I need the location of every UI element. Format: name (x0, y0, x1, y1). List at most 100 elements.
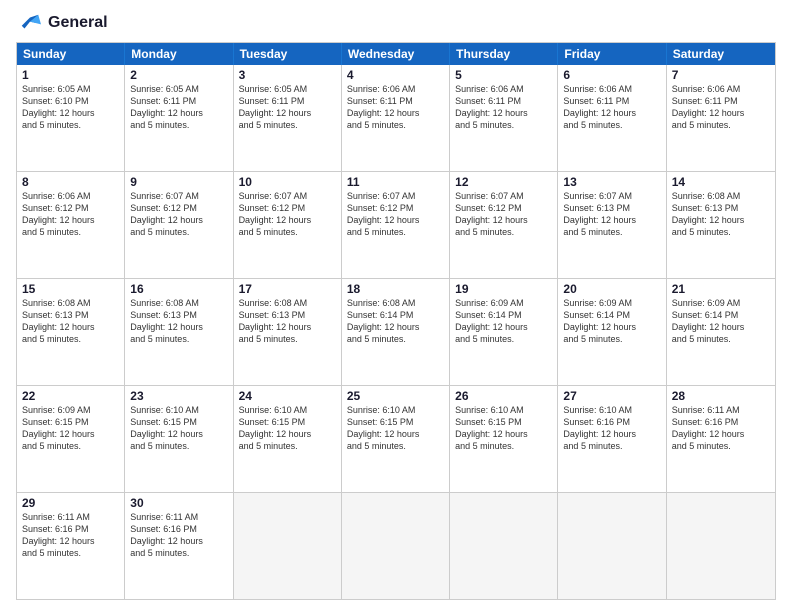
calendar-day-30: 30Sunrise: 6:11 AMSunset: 6:16 PMDayligh… (125, 493, 233, 599)
calendar-day-empty (450, 493, 558, 599)
day-info: Sunrise: 6:09 AMSunset: 6:14 PMDaylight:… (563, 297, 660, 346)
calendar-day-empty (667, 493, 775, 599)
day-info: Sunrise: 6:08 AMSunset: 6:13 PMDaylight:… (130, 297, 227, 346)
day-info: Sunrise: 6:07 AMSunset: 6:13 PMDaylight:… (563, 190, 660, 239)
calendar-day-17: 17Sunrise: 6:08 AMSunset: 6:13 PMDayligh… (234, 279, 342, 385)
calendar-day-9: 9Sunrise: 6:07 AMSunset: 6:12 PMDaylight… (125, 172, 233, 278)
day-number: 10 (239, 175, 336, 189)
day-info: Sunrise: 6:07 AMSunset: 6:12 PMDaylight:… (347, 190, 444, 239)
day-number: 4 (347, 68, 444, 82)
calendar-day-22: 22Sunrise: 6:09 AMSunset: 6:15 PMDayligh… (17, 386, 125, 492)
calendar-weekday-sunday: Sunday (17, 43, 125, 65)
calendar-weekday-tuesday: Tuesday (234, 43, 342, 65)
day-info: Sunrise: 6:06 AMSunset: 6:12 PMDaylight:… (22, 190, 119, 239)
page: General SundayMondayTuesdayWednesdayThur… (0, 0, 792, 612)
calendar-day-2: 2Sunrise: 6:05 AMSunset: 6:11 PMDaylight… (125, 65, 233, 171)
day-info: Sunrise: 6:08 AMSunset: 6:14 PMDaylight:… (347, 297, 444, 346)
day-info: Sunrise: 6:11 AMSunset: 6:16 PMDaylight:… (22, 511, 119, 560)
calendar-day-11: 11Sunrise: 6:07 AMSunset: 6:12 PMDayligh… (342, 172, 450, 278)
day-info: Sunrise: 6:06 AMSunset: 6:11 PMDaylight:… (672, 83, 770, 132)
day-info: Sunrise: 6:05 AMSunset: 6:10 PMDaylight:… (22, 83, 119, 132)
day-info: Sunrise: 6:07 AMSunset: 6:12 PMDaylight:… (239, 190, 336, 239)
calendar-day-10: 10Sunrise: 6:07 AMSunset: 6:12 PMDayligh… (234, 172, 342, 278)
day-info: Sunrise: 6:09 AMSunset: 6:15 PMDaylight:… (22, 404, 119, 453)
day-number: 14 (672, 175, 770, 189)
calendar-day-4: 4Sunrise: 6:06 AMSunset: 6:11 PMDaylight… (342, 65, 450, 171)
calendar-day-empty (234, 493, 342, 599)
day-info: Sunrise: 6:07 AMSunset: 6:12 PMDaylight:… (455, 190, 552, 239)
logo: General (16, 12, 108, 34)
day-info: Sunrise: 6:11 AMSunset: 6:16 PMDaylight:… (672, 404, 770, 453)
day-info: Sunrise: 6:10 AMSunset: 6:15 PMDaylight:… (130, 404, 227, 453)
calendar-day-3: 3Sunrise: 6:05 AMSunset: 6:11 PMDaylight… (234, 65, 342, 171)
day-number: 29 (22, 496, 119, 510)
day-info: Sunrise: 6:07 AMSunset: 6:12 PMDaylight:… (130, 190, 227, 239)
calendar-day-8: 8Sunrise: 6:06 AMSunset: 6:12 PMDaylight… (17, 172, 125, 278)
calendar-day-28: 28Sunrise: 6:11 AMSunset: 6:16 PMDayligh… (667, 386, 775, 492)
header: General (16, 12, 776, 34)
calendar-week-2: 1Sunrise: 6:05 AMSunset: 6:10 PMDaylight… (17, 65, 775, 171)
calendar-day-5: 5Sunrise: 6:06 AMSunset: 6:11 PMDaylight… (450, 65, 558, 171)
day-number: 28 (672, 389, 770, 403)
day-number: 24 (239, 389, 336, 403)
day-number: 5 (455, 68, 552, 82)
calendar-header-row: SundayMondayTuesdayWednesdayThursdayFrid… (17, 43, 775, 65)
day-number: 30 (130, 496, 227, 510)
calendar-day-21: 21Sunrise: 6:09 AMSunset: 6:14 PMDayligh… (667, 279, 775, 385)
calendar-day-7: 7Sunrise: 6:06 AMSunset: 6:11 PMDaylight… (667, 65, 775, 171)
calendar-day-20: 20Sunrise: 6:09 AMSunset: 6:14 PMDayligh… (558, 279, 666, 385)
calendar-weekday-thursday: Thursday (450, 43, 558, 65)
day-info: Sunrise: 6:08 AMSunset: 6:13 PMDaylight:… (239, 297, 336, 346)
calendar-day-16: 16Sunrise: 6:08 AMSunset: 6:13 PMDayligh… (125, 279, 233, 385)
day-number: 9 (130, 175, 227, 189)
day-info: Sunrise: 6:09 AMSunset: 6:14 PMDaylight:… (672, 297, 770, 346)
day-number: 19 (455, 282, 552, 296)
calendar-day-13: 13Sunrise: 6:07 AMSunset: 6:13 PMDayligh… (558, 172, 666, 278)
day-number: 16 (130, 282, 227, 296)
day-number: 1 (22, 68, 119, 82)
day-info: Sunrise: 6:06 AMSunset: 6:11 PMDaylight:… (563, 83, 660, 132)
calendar-day-27: 27Sunrise: 6:10 AMSunset: 6:16 PMDayligh… (558, 386, 666, 492)
calendar-day-empty (558, 493, 666, 599)
day-number: 25 (347, 389, 444, 403)
calendar-week-5: 22Sunrise: 6:09 AMSunset: 6:15 PMDayligh… (17, 385, 775, 492)
calendar-body: 1Sunrise: 6:05 AMSunset: 6:10 PMDaylight… (17, 65, 775, 599)
day-info: Sunrise: 6:11 AMSunset: 6:16 PMDaylight:… (130, 511, 227, 560)
calendar-week-3: 8Sunrise: 6:06 AMSunset: 6:12 PMDaylight… (17, 171, 775, 278)
day-info: Sunrise: 6:09 AMSunset: 6:14 PMDaylight:… (455, 297, 552, 346)
day-info: Sunrise: 6:10 AMSunset: 6:15 PMDaylight:… (347, 404, 444, 453)
day-number: 27 (563, 389, 660, 403)
day-number: 12 (455, 175, 552, 189)
calendar: SundayMondayTuesdayWednesdayThursdayFrid… (16, 42, 776, 600)
day-number: 26 (455, 389, 552, 403)
day-info: Sunrise: 6:05 AMSunset: 6:11 PMDaylight:… (239, 83, 336, 132)
day-number: 17 (239, 282, 336, 296)
calendar-day-25: 25Sunrise: 6:10 AMSunset: 6:15 PMDayligh… (342, 386, 450, 492)
calendar-week-4: 15Sunrise: 6:08 AMSunset: 6:13 PMDayligh… (17, 278, 775, 385)
day-info: Sunrise: 6:06 AMSunset: 6:11 PMDaylight:… (455, 83, 552, 132)
calendar-day-24: 24Sunrise: 6:10 AMSunset: 6:15 PMDayligh… (234, 386, 342, 492)
day-info: Sunrise: 6:08 AMSunset: 6:13 PMDaylight:… (672, 190, 770, 239)
calendar-day-6: 6Sunrise: 6:06 AMSunset: 6:11 PMDaylight… (558, 65, 666, 171)
calendar-day-14: 14Sunrise: 6:08 AMSunset: 6:13 PMDayligh… (667, 172, 775, 278)
day-number: 7 (672, 68, 770, 82)
day-number: 3 (239, 68, 336, 82)
day-number: 6 (563, 68, 660, 82)
day-info: Sunrise: 6:05 AMSunset: 6:11 PMDaylight:… (130, 83, 227, 132)
calendar-week-6: 29Sunrise: 6:11 AMSunset: 6:16 PMDayligh… (17, 492, 775, 599)
logo-bird-icon (16, 12, 44, 34)
calendar-weekday-saturday: Saturday (667, 43, 775, 65)
calendar-day-18: 18Sunrise: 6:08 AMSunset: 6:14 PMDayligh… (342, 279, 450, 385)
day-number: 11 (347, 175, 444, 189)
day-number: 13 (563, 175, 660, 189)
day-number: 23 (130, 389, 227, 403)
calendar-weekday-wednesday: Wednesday (342, 43, 450, 65)
calendar-weekday-friday: Friday (558, 43, 666, 65)
calendar-day-23: 23Sunrise: 6:10 AMSunset: 6:15 PMDayligh… (125, 386, 233, 492)
day-info: Sunrise: 6:10 AMSunset: 6:15 PMDaylight:… (239, 404, 336, 453)
calendar-day-19: 19Sunrise: 6:09 AMSunset: 6:14 PMDayligh… (450, 279, 558, 385)
day-info: Sunrise: 6:10 AMSunset: 6:16 PMDaylight:… (563, 404, 660, 453)
calendar-day-12: 12Sunrise: 6:07 AMSunset: 6:12 PMDayligh… (450, 172, 558, 278)
day-number: 18 (347, 282, 444, 296)
day-number: 22 (22, 389, 119, 403)
